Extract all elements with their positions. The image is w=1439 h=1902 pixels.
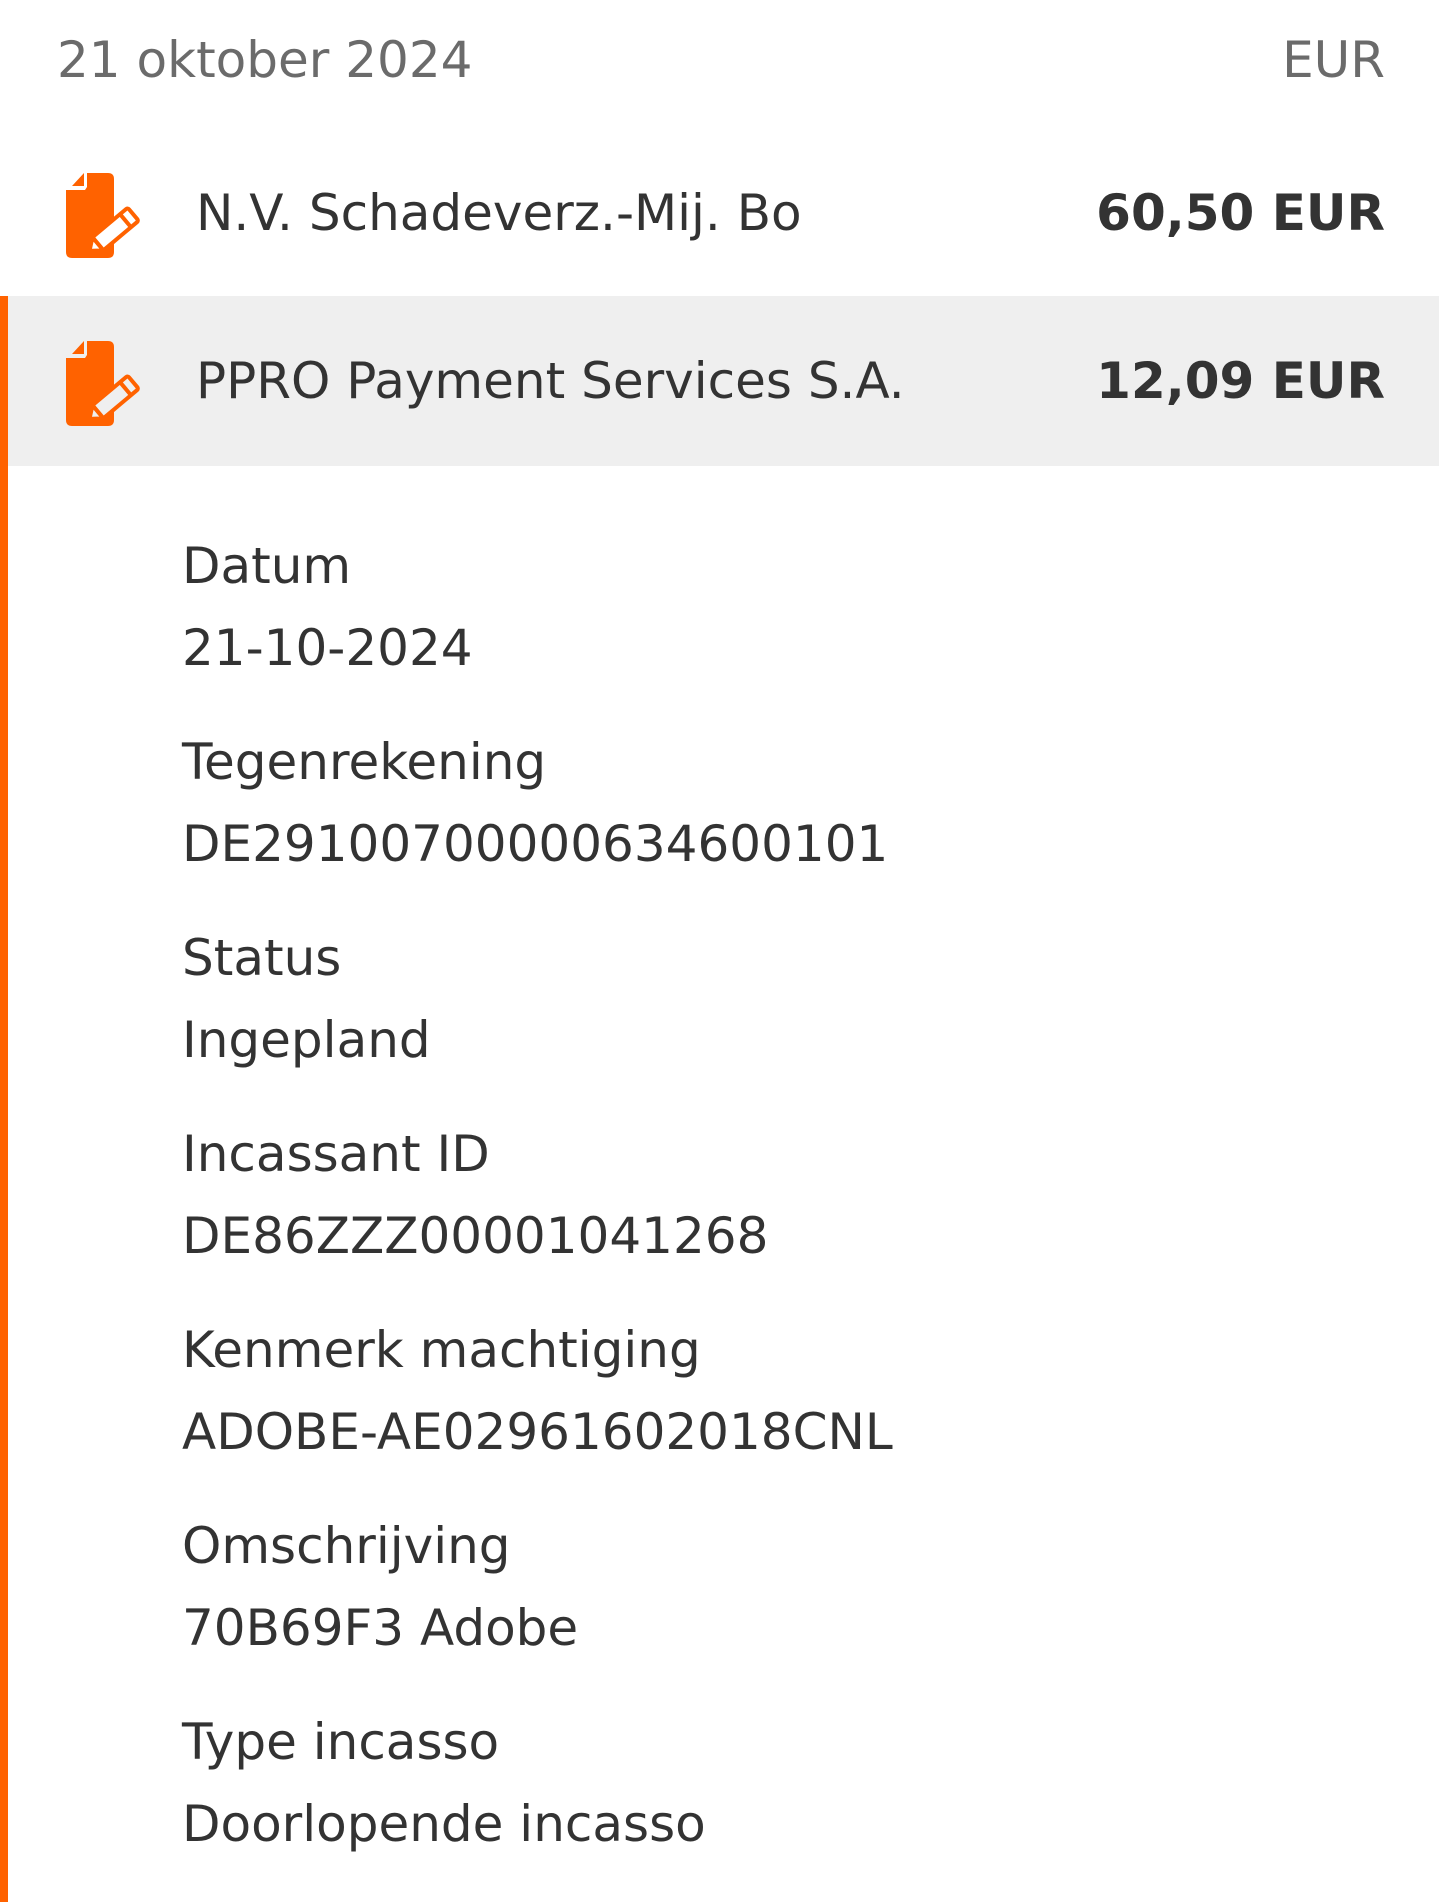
- detail-label: Kenmerk machtiging: [182, 1321, 701, 1379]
- detail-value: 21-10-2024: [182, 619, 473, 677]
- detail-status: Status Ingepland: [182, 917, 1382, 1113]
- direct-debit-icon: [66, 341, 140, 426]
- transaction-row-selected[interactable]: PPRO Payment Services S.A. 12,09 EUR: [0, 296, 1439, 466]
- detail-value: DE86ZZZ00001041268: [182, 1207, 769, 1265]
- transaction-name: N.V. Schadeverz.-Mij. Bo: [196, 184, 802, 242]
- detail-value: 70B69F3 Adobe: [182, 1599, 579, 1657]
- detail-value: Doorlopende incasso: [182, 1795, 706, 1853]
- detail-datum: Datum 21-10-2024: [182, 525, 1382, 721]
- detail-label: Status: [182, 929, 342, 987]
- detail-label: Tegenrekening: [182, 733, 547, 791]
- detail-type-incasso: Type incasso Doorlopende incasso: [182, 1701, 1382, 1897]
- date-label: 21 oktober 2024: [57, 31, 473, 89]
- detail-value: Ingepland: [182, 1011, 431, 1069]
- detail-value: DE29100700000634600101: [182, 815, 889, 873]
- detail-incassant-id: Incassant ID DE86ZZZ00001041268: [182, 1113, 1382, 1309]
- detail-label: Datum: [182, 537, 352, 595]
- transaction-amount: 12,09 EUR: [1096, 352, 1385, 410]
- date-group-header: 21 oktober 2024 EUR: [0, 0, 1439, 120]
- detail-tegenrekening: Tegenrekening DE29100700000634600101: [182, 721, 1382, 917]
- transaction-row[interactable]: N.V. Schadeverz.-Mij. Bo 60,50 EUR: [0, 128, 1439, 298]
- transaction-details: Datum 21-10-2024 Tegenrekening DE2910070…: [182, 525, 1382, 1897]
- detail-value: ADOBE-AE02961602018CNL: [182, 1403, 893, 1461]
- transaction-name: PPRO Payment Services S.A.: [196, 352, 905, 410]
- detail-label: Type incasso: [182, 1713, 500, 1771]
- detail-label: Omschrijving: [182, 1517, 511, 1575]
- transaction-amount: 60,50 EUR: [1096, 184, 1385, 242]
- detail-label: Incassant ID: [182, 1125, 490, 1183]
- direct-debit-icon: [66, 173, 140, 258]
- currency-label: EUR: [1282, 31, 1385, 89]
- detail-omschrijving: Omschrijving 70B69F3 Adobe: [182, 1505, 1382, 1701]
- selection-accent-bar: [0, 296, 8, 1902]
- detail-kenmerk-machtiging: Kenmerk machtiging ADOBE-AE02961602018CN…: [182, 1309, 1382, 1505]
